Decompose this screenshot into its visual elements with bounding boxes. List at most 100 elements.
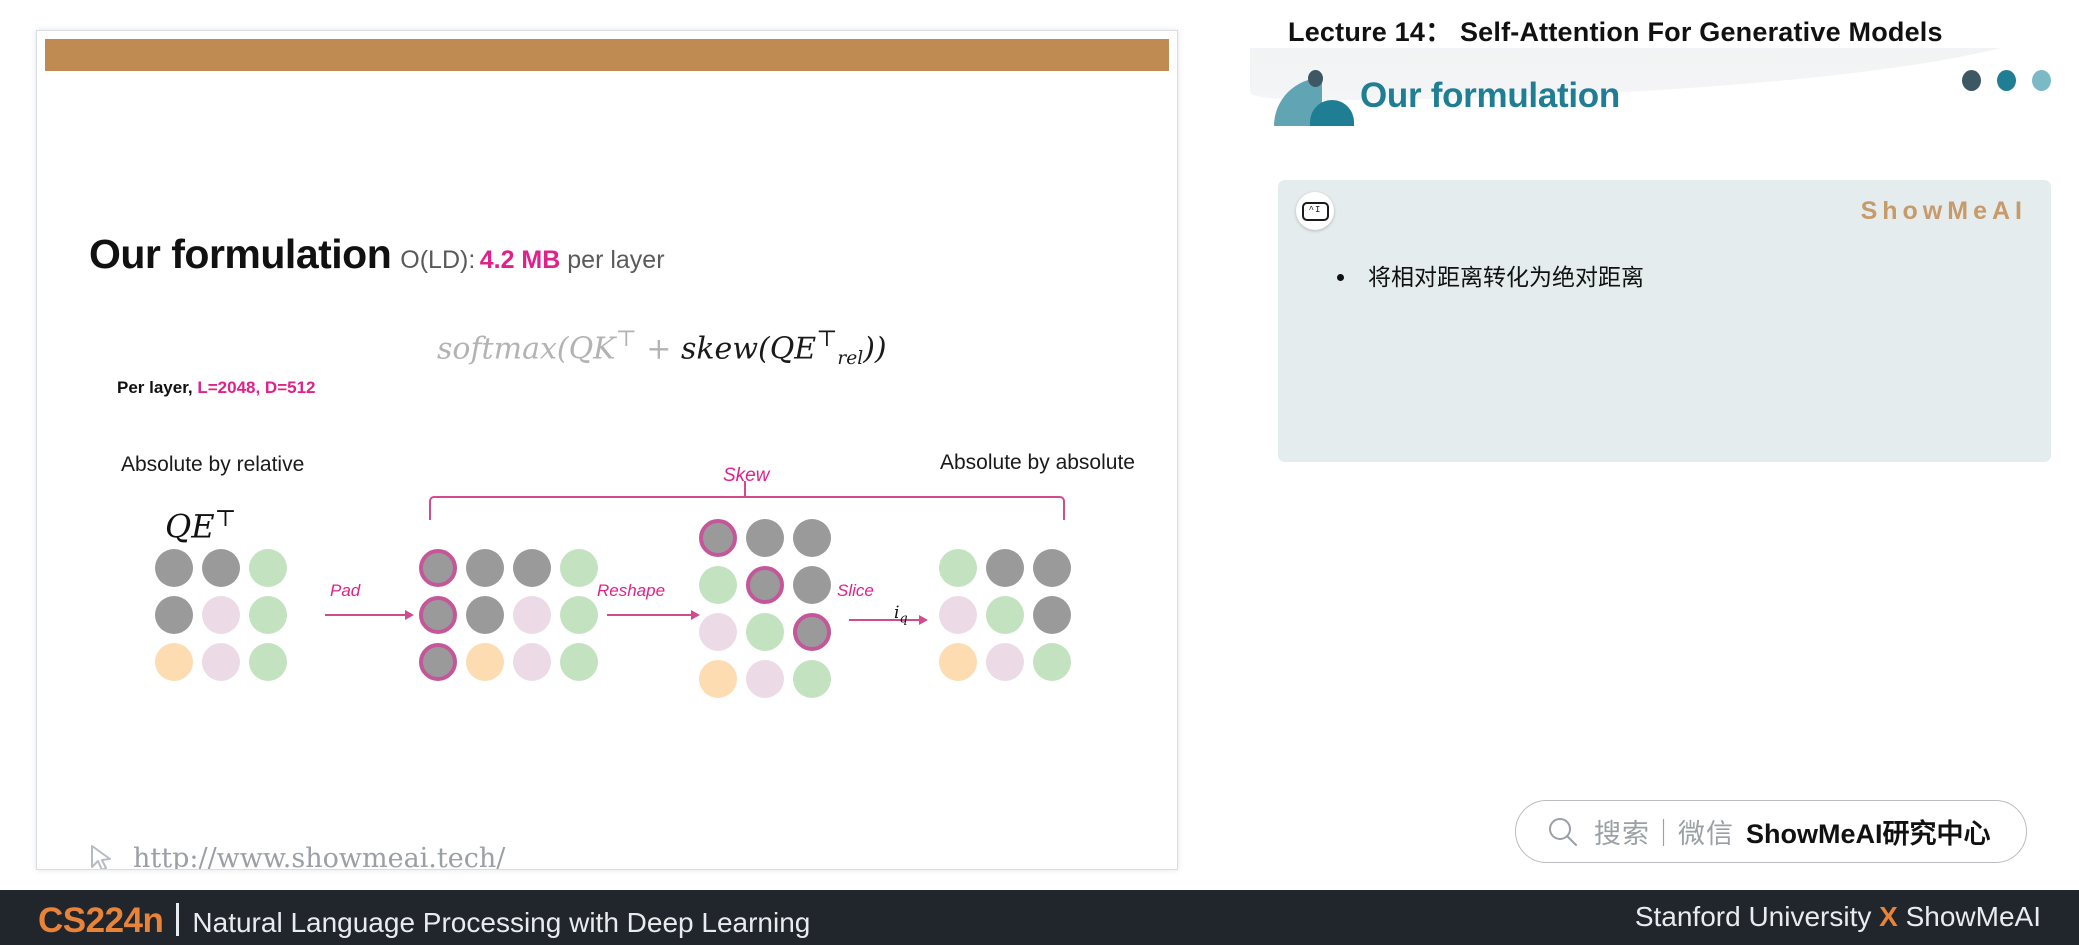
grid-cell-orange [155,643,193,681]
grid-cell-gray [986,549,1024,587]
grid-cell-pink [202,643,240,681]
grid-cell-gray [466,549,504,587]
ai-badge-stand [1310,219,1320,221]
slice-arrow-line [849,619,921,621]
ai-robot-icon: ^I [1296,192,1334,230]
pad-arrow-line [325,614,407,616]
grid-cell-pink [939,596,977,634]
slide-title: Our formulation O(LD): 4.2 MB per layer [89,231,665,278]
padded-grid [419,549,598,681]
footer-bar: CS224n Natural Language Processing with … [0,890,2079,945]
grid-cell-green [699,566,737,604]
grid-cell-gray [699,519,737,557]
grid-cell-gray [513,549,551,587]
footer-divider [176,903,180,936]
reshape-arrow-label: Reshape [597,581,666,600]
slide-top-accent-bar [45,39,1169,71]
header-dot-2-icon [1997,70,2016,91]
footer-right: Stanford University X ShowMeAI [1635,901,2041,933]
ai-badge-screen: ^I [1301,201,1329,221]
slide-panel: Our formulation O(LD): 4.2 MB per layer s… [36,30,1178,870]
formula-prefix: softmax(QK [437,331,616,367]
reshape-arrow-head [691,610,700,620]
grid-cell-gray [419,643,457,681]
formula-close: )) [863,331,887,367]
grid-cell-gray [419,549,457,587]
reshape-arrow-line [607,614,693,616]
per-layer-caption: Per layer, L=2048, D=512 [117,378,316,398]
slide-title-tail: per layer [560,246,665,274]
qe-text: QE [165,507,215,546]
grid-cell-pink [699,613,737,651]
footer-course-name: Natural Language Processing with Deep Le… [192,907,811,938]
footer-right-suffix: ShowMeAI [1897,901,2041,932]
screenshot-root: Our formulation O(LD): 4.2 MB per layer s… [0,0,2079,945]
qe-transpose-grid [155,549,287,681]
grid-cell-gray [466,596,504,634]
showmeai-watermark: ShowMeAI [1860,197,2027,225]
slide-title-memory-size: 4.2 MB [479,246,561,274]
grid-cell-gray [155,596,193,634]
formula-transpose-1: ⊤ [615,326,637,352]
formula-subscript: rel [837,347,864,369]
grid-cell-pink [513,643,551,681]
search-bar[interactable]: 搜索｜微信 ShowMeAI研究中心 [1515,800,2027,863]
qe-transpose-label: QE⊤ [165,506,236,546]
grid-cell-pink [513,596,551,634]
grid-cell-gray [202,549,240,587]
grid-cell-orange [939,643,977,681]
grid-cell-green [249,596,287,634]
watermark-url: http://www.showmeai.tech/ [133,842,506,870]
per-layer-dims: L=2048, D=512 [197,378,316,397]
skew-label: Skew [723,465,770,486]
lecture-title: Lecture 14： Self-Attention For Generativ… [1288,17,1943,47]
label-absolute-by-relative: Absolute by relative [121,453,305,476]
search-placeholder: 搜索｜微信 [1594,819,1734,849]
header-dots-decoration [1962,70,2051,91]
skew-bracket [429,496,1065,520]
grid-cell-gray [746,519,784,557]
label-absolute-by-absolute: Absolute by absolute [940,451,1135,474]
grid-cell-pink [986,643,1024,681]
grid-cell-gray [155,549,193,587]
grid-cell-green [746,613,784,651]
grid-cell-orange [466,643,504,681]
formula-mid: + [636,331,681,367]
grid-cell-green [560,643,598,681]
grid-cell-pink [746,660,784,698]
grid-cell-gray [1033,549,1071,587]
brand-mark [1274,70,1354,126]
softmax-formula: softmax(QK⊤ + skew(QE⊤rel)) [437,326,887,369]
header-dot-1-icon [1962,70,1981,91]
slide-watermark: http://www.showmeai.tech/ [85,841,506,870]
header-dot-3-icon [2032,70,2051,91]
pad-arrow-label: Pad [330,581,361,600]
grid-cell-green [249,643,287,681]
pad-arrow-head [405,610,414,620]
sliced-grid [939,549,1071,681]
grid-cell-green [1033,643,1071,681]
list-item: 将相对距离转化为绝对距离 [1358,258,2064,297]
search-brand-label: ShowMeAI研究中心 [1746,819,1991,849]
grid-cell-pink [202,596,240,634]
grid-cell-green [249,549,287,587]
footer-right-prefix: Stanford University [1634,901,1880,932]
formula-skew: skew(QE [680,331,817,367]
grid-cell-green [793,660,831,698]
grid-cell-gray [793,566,831,604]
grid-cell-green [986,596,1024,634]
slide-title-complexity: O(LD): [400,246,476,274]
search-icon [1546,815,1580,849]
grid-cell-green [939,549,977,587]
footer-right-x: X [1879,901,1898,932]
formula-transpose-2: ⊤ [816,326,838,352]
reshaped-grid [699,519,831,698]
slice-index-annotation: iq [894,603,908,626]
slide-title-main: Our formulation [89,231,392,277]
qe-transpose-glyph: ⊤ [214,506,237,532]
cursor-icon [91,845,111,869]
slice-arrow-label: Slice [837,581,874,600]
grid-cell-gray [746,566,784,604]
slice-index-subscript: q [899,611,908,627]
per-layer-prefix: Per layer, [117,378,198,397]
